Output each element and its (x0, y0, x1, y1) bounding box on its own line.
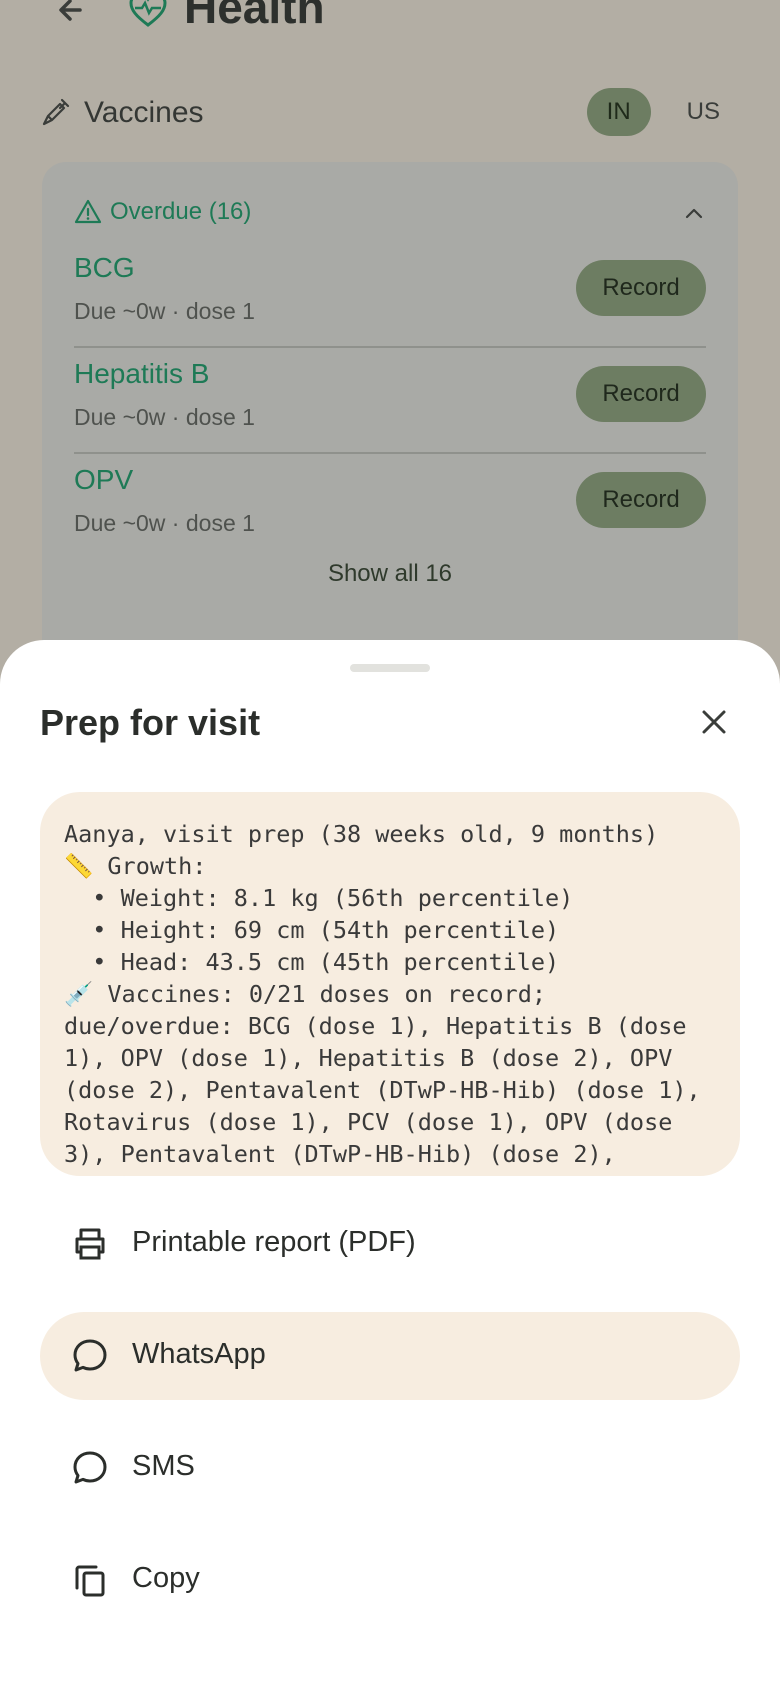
chevron-up-icon[interactable] (680, 200, 708, 228)
chat-bubble-icon (73, 1339, 107, 1372)
record-button[interactable]: Record (576, 366, 706, 422)
vaccine-detail: Due ~0w · dose 1 (74, 510, 255, 536)
vaccine-card: Overdue (16) BCG Due ~0w · dose 1 Record… (42, 162, 738, 662)
close-icon[interactable] (692, 700, 736, 744)
syringe-icon (42, 98, 70, 126)
action-label: SMS (132, 1450, 195, 1482)
vaccine-row: Hepatitis B Due ~0w · dose 1 Record (74, 348, 706, 454)
region-in-button[interactable]: IN (586, 88, 651, 136)
sms-button[interactable]: SMS (40, 1424, 740, 1512)
vaccines-title: Vaccines (84, 96, 204, 129)
page-title: Health (184, 0, 325, 33)
vaccine-detail: Due ~0w · dose 1 (74, 404, 255, 430)
sheet-title: Prep for visit (40, 702, 261, 743)
show-all-link[interactable]: Show all 16 (42, 560, 738, 588)
whatsapp-button[interactable]: WhatsApp (40, 1312, 740, 1400)
vaccine-name: BCG (74, 252, 135, 283)
visit-prep-preview[interactable]: Aanya, visit prep (38 weeks old, 9 month… (40, 792, 740, 1176)
chat-bubble-icon (73, 1451, 107, 1484)
vaccine-row: OPV Due ~0w · dose 1 Record (74, 454, 706, 560)
vaccine-name: OPV (74, 464, 134, 495)
region-us-button[interactable]: US (667, 88, 740, 136)
record-button[interactable]: Record (576, 260, 706, 316)
printable-report-button[interactable]: Printable report (PDF) (40, 1200, 740, 1288)
drag-handle[interactable] (350, 664, 430, 672)
action-label: Printable report (PDF) (132, 1226, 416, 1258)
visit-prep-text: Aanya, visit prep (38 weeks old, 9 month… (64, 820, 701, 1176)
vaccine-detail: Due ~0w · dose 1 (74, 298, 255, 324)
bottom-sheet: Prep for visit Aanya, visit prep (38 wee… (0, 640, 780, 1688)
heart-pulse-icon (129, 0, 167, 27)
copy-icon (75, 1565, 105, 1597)
overdue-label: Overdue (16) (110, 198, 252, 225)
vaccine-name: Hepatitis B (74, 358, 210, 389)
warning-icon (74, 199, 102, 224)
action-label: WhatsApp (132, 1338, 266, 1370)
app-header: Health (0, 0, 780, 50)
record-button[interactable]: Record (576, 472, 706, 528)
back-arrow-icon[interactable] (50, 0, 94, 32)
copy-button[interactable]: Copy (40, 1536, 740, 1624)
overdue-header[interactable]: Overdue (16) (74, 198, 251, 226)
printer-icon (75, 1228, 105, 1260)
vaccine-row: BCG Due ~0w · dose 1 Record (74, 242, 706, 348)
region-toggle: IN US (586, 88, 740, 136)
vaccines-section-header: Vaccines IN US (40, 84, 740, 140)
action-label: Copy (132, 1562, 200, 1594)
